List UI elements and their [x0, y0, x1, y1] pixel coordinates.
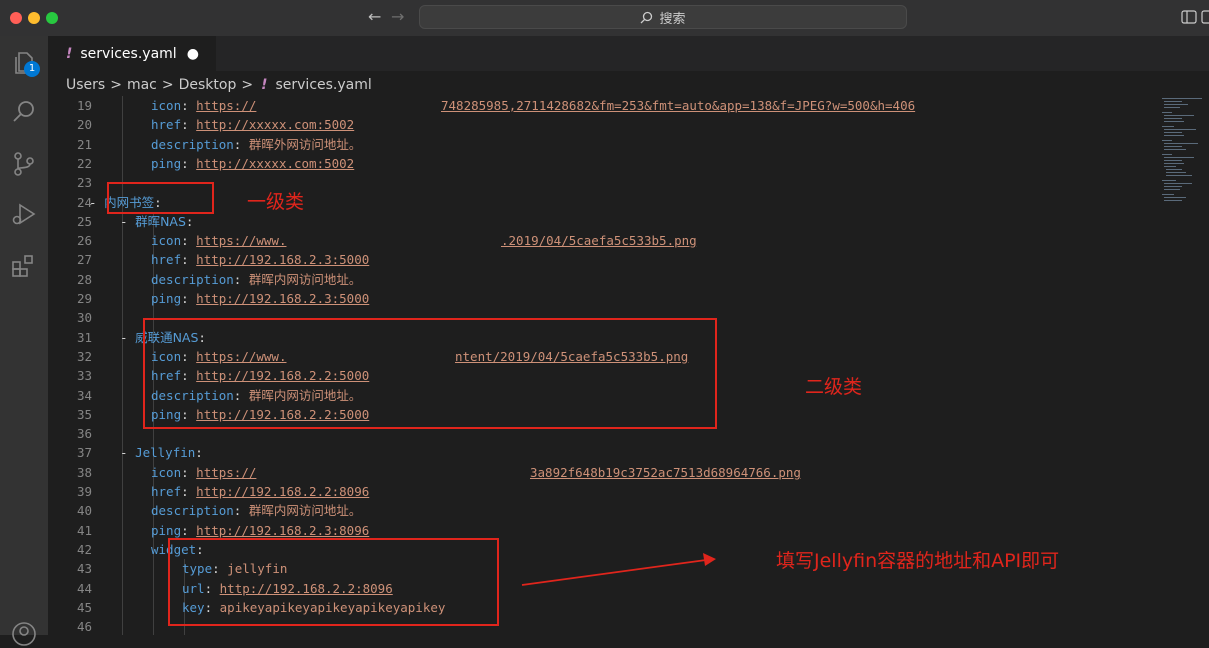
- annotation-arrow-icon: [521, 553, 716, 586]
